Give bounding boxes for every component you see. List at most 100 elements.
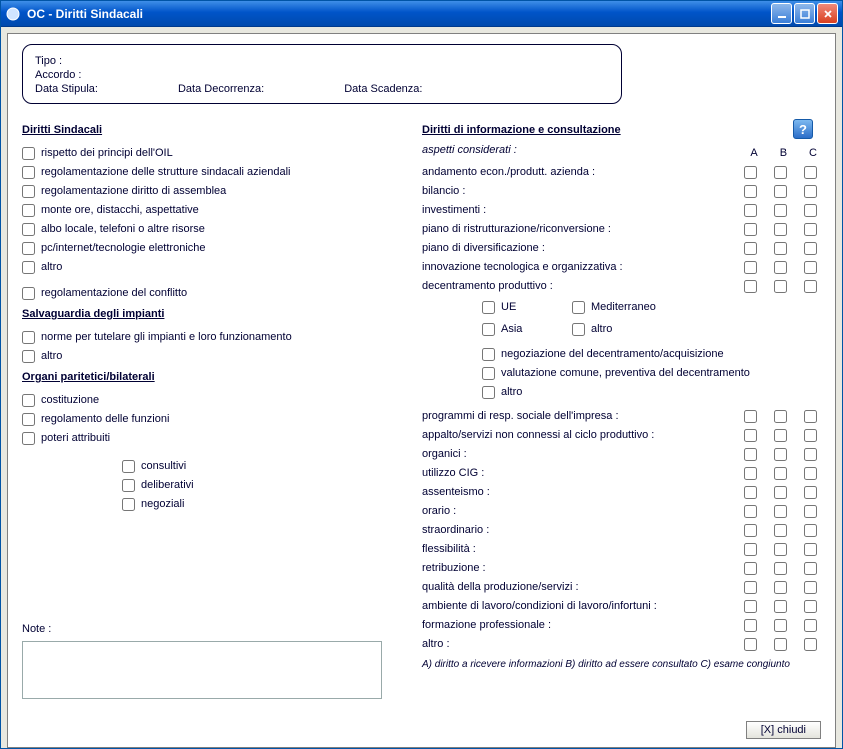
abc-check-c[interactable] bbox=[804, 600, 817, 613]
abc-check-a[interactable] bbox=[744, 562, 757, 575]
check-oil[interactable] bbox=[22, 147, 35, 160]
check-conflitto[interactable] bbox=[22, 287, 35, 300]
columns: Diritti Sindacali rispetto dei principi … bbox=[22, 118, 821, 702]
check-strutture[interactable] bbox=[22, 166, 35, 179]
close-form-button[interactable]: [X] chiudi bbox=[746, 721, 821, 739]
check-costituzione[interactable] bbox=[22, 394, 35, 407]
check-valutazione-dec[interactable] bbox=[482, 367, 495, 380]
maximize-button[interactable] bbox=[794, 3, 815, 24]
abc-check-a[interactable] bbox=[744, 223, 757, 236]
check-altro-dec2[interactable] bbox=[482, 386, 495, 399]
abc-check-c[interactable] bbox=[804, 562, 817, 575]
check-deliberativi[interactable] bbox=[122, 479, 135, 492]
footnote: A) diritto a ricevere informazioni B) di… bbox=[422, 659, 821, 670]
check-consultivi[interactable] bbox=[122, 460, 135, 473]
abc-check-c[interactable] bbox=[804, 581, 817, 594]
check-asia[interactable] bbox=[482, 323, 495, 336]
abc-check-b[interactable] bbox=[774, 486, 787, 499]
abc-check-a[interactable] bbox=[744, 543, 757, 556]
abc-check-c[interactable] bbox=[804, 638, 817, 651]
abc-check-a[interactable] bbox=[744, 166, 757, 179]
abc-check-c[interactable] bbox=[804, 505, 817, 518]
data-scadenza-label: Data Scadenza: bbox=[344, 83, 422, 95]
check-regolamento[interactable] bbox=[22, 413, 35, 426]
abc-check-a[interactable] bbox=[744, 600, 757, 613]
abc-check-a[interactable] bbox=[744, 261, 757, 274]
check-altro-ds[interactable] bbox=[22, 261, 35, 274]
abc-check-a[interactable] bbox=[744, 619, 757, 632]
abc-check-a[interactable] bbox=[744, 448, 757, 461]
abc-check-a[interactable] bbox=[744, 410, 757, 423]
help-icon[interactable]: ? bbox=[793, 119, 813, 139]
abc-check-c[interactable] bbox=[804, 524, 817, 537]
abc-check-a[interactable] bbox=[744, 505, 757, 518]
abc-check-a[interactable] bbox=[744, 242, 757, 255]
window-title: OC - Diritti Sindacali bbox=[27, 7, 771, 21]
abc-check-c[interactable] bbox=[804, 410, 817, 423]
check-altro-dec[interactable] bbox=[572, 323, 585, 336]
abc-check-a[interactable] bbox=[744, 524, 757, 537]
check-pc-internet[interactable] bbox=[22, 242, 35, 255]
abc-check-b[interactable] bbox=[774, 204, 787, 217]
abc-check-b[interactable] bbox=[774, 524, 787, 537]
abc-check-c[interactable] bbox=[804, 543, 817, 556]
abc-check-c[interactable] bbox=[804, 429, 817, 442]
check-label: altro bbox=[41, 350, 62, 362]
abc-check-c[interactable] bbox=[804, 619, 817, 632]
abc-check-b[interactable] bbox=[774, 448, 787, 461]
abc-check-b[interactable] bbox=[774, 600, 787, 613]
abc-check-b[interactable] bbox=[774, 543, 787, 556]
abc-check-b[interactable] bbox=[774, 562, 787, 575]
abc-check-b[interactable] bbox=[774, 638, 787, 651]
abc-check-a[interactable] bbox=[744, 467, 757, 480]
abc-check-b[interactable] bbox=[774, 261, 787, 274]
check-mediterraneo[interactable] bbox=[572, 301, 585, 314]
note-textarea[interactable] bbox=[22, 641, 382, 699]
check-negoziali[interactable] bbox=[122, 498, 135, 511]
accordo-label: Accordo : bbox=[35, 69, 125, 81]
abc-check-a[interactable] bbox=[744, 280, 757, 293]
abc-check-c[interactable] bbox=[804, 467, 817, 480]
abc-check-c[interactable] bbox=[804, 448, 817, 461]
check-norme-impianti[interactable] bbox=[22, 331, 35, 344]
abc-check-b[interactable] bbox=[774, 185, 787, 198]
abc-check-b[interactable] bbox=[774, 429, 787, 442]
col-c: C bbox=[809, 147, 817, 159]
close-button[interactable] bbox=[817, 3, 838, 24]
abc-check-b[interactable] bbox=[774, 619, 787, 632]
abc-label: orario : bbox=[422, 505, 744, 517]
abc-check-c[interactable] bbox=[804, 204, 817, 217]
abc-check-c[interactable] bbox=[804, 223, 817, 236]
abc-check-b[interactable] bbox=[774, 242, 787, 255]
abc-check-b[interactable] bbox=[774, 581, 787, 594]
check-monte-ore[interactable] bbox=[22, 204, 35, 217]
check-albo[interactable] bbox=[22, 223, 35, 236]
check-poteri[interactable] bbox=[22, 432, 35, 445]
abc-check-a[interactable] bbox=[744, 581, 757, 594]
abc-check-c[interactable] bbox=[804, 280, 817, 293]
abc-check-b[interactable] bbox=[774, 410, 787, 423]
note-label: Note : bbox=[22, 623, 402, 635]
abc-check-b[interactable] bbox=[774, 223, 787, 236]
check-assemblea[interactable] bbox=[22, 185, 35, 198]
check-label: costituzione bbox=[41, 394, 99, 406]
abc-check-c[interactable] bbox=[804, 166, 817, 179]
abc-check-c[interactable] bbox=[804, 486, 817, 499]
check-ue[interactable] bbox=[482, 301, 495, 314]
abc-check-c[interactable] bbox=[804, 185, 817, 198]
abc-check-a[interactable] bbox=[744, 638, 757, 651]
abc-check-b[interactable] bbox=[774, 467, 787, 480]
abc-check-a[interactable] bbox=[744, 429, 757, 442]
abc-check-b[interactable] bbox=[774, 166, 787, 179]
abc-check-c[interactable] bbox=[804, 242, 817, 255]
minimize-button[interactable] bbox=[771, 3, 792, 24]
abc-check-c[interactable] bbox=[804, 261, 817, 274]
abc-check-b[interactable] bbox=[774, 505, 787, 518]
abc-check-b[interactable] bbox=[774, 280, 787, 293]
abc-check-a[interactable] bbox=[744, 204, 757, 217]
right-column: Diritti di informazione e consultazione … bbox=[422, 118, 821, 702]
abc-check-a[interactable] bbox=[744, 486, 757, 499]
check-negoziazione-dec[interactable] bbox=[482, 348, 495, 361]
abc-check-a[interactable] bbox=[744, 185, 757, 198]
check-altro-salv[interactable] bbox=[22, 350, 35, 363]
